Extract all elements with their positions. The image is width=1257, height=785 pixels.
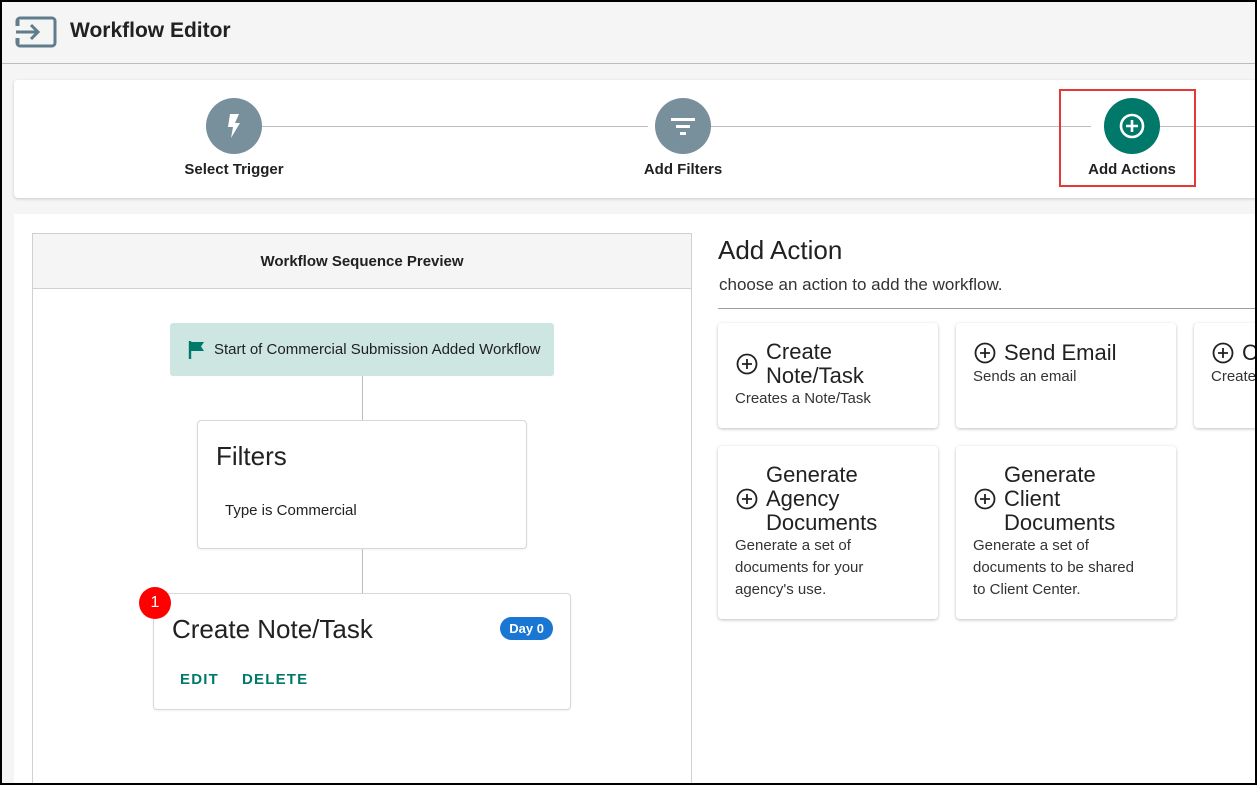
option-description: Generate a set of documents for your age… [735, 535, 863, 601]
divider [718, 308, 1255, 309]
option-header: C [1212, 340, 1257, 365]
sequence-connector [362, 549, 363, 593]
workflow-stepper: Select Trigger Add Filters Add Actions [14, 80, 1255, 198]
option-description-line: documents to be shared [973, 559, 1134, 576]
sequence-connector [362, 376, 363, 420]
main-panel: Workflow Sequence Preview Start of Comme… [14, 214, 1257, 783]
option-description: Sends an email [973, 368, 1077, 385]
option-description: Generate a set of documents to be shared… [973, 535, 1134, 601]
add-circle-icon [1212, 342, 1234, 364]
add-circle-icon [736, 353, 758, 375]
add-circle-icon [736, 488, 758, 510]
option-title: Client [1004, 486, 1061, 511]
day-badge: Day 0 [500, 617, 553, 640]
workflow-sequence-preview: Workflow Sequence Preview Start of Comme… [32, 233, 692, 783]
add-action-title: Add Action [718, 235, 843, 265]
action-card-title: Create Note/Task [172, 614, 373, 644]
option-title: Send Email [1004, 340, 1117, 365]
option-title: Generate [766, 462, 858, 487]
option-header: Generate Agency Documents [736, 463, 877, 535]
exit-icon[interactable] [14, 14, 58, 50]
option-title: Documents [1004, 510, 1116, 535]
add-action-subtitle: choose an action to add the workflow. [719, 275, 1003, 294]
action-option-create-note-task[interactable]: Create Note/Task Creates a Note/Task [718, 323, 938, 428]
app-frame: Workflow Editor Select Trigger Add Filte… [0, 0, 1257, 785]
option-description-line: Generate a set of [735, 537, 851, 554]
add-circle-icon [974, 488, 996, 510]
filters-card: Filters Type is Commercial [197, 420, 527, 549]
filters-title: Filters [216, 441, 287, 471]
action-option-generate-agency-documents[interactable]: Generate Agency Documents Generate a set… [718, 446, 938, 619]
action-option-generate-client-documents[interactable]: Generate Client Documents Generate a set… [956, 446, 1176, 619]
option-description-line: to Client Center. [973, 581, 1081, 598]
step-circle [655, 98, 711, 154]
start-workflow-chip: Start of Commercial Submission Added Wor… [170, 323, 554, 376]
option-title: Generate [1004, 462, 1096, 487]
start-workflow-label: Start of Commercial Submission Added Wor… [214, 341, 541, 358]
edit-button[interactable]: EDIT [180, 671, 219, 688]
step-circle [206, 98, 262, 154]
action-option-send-email[interactable]: Send Email Sends an email [956, 323, 1176, 428]
option-title: Note/Task [766, 363, 864, 388]
option-description-line: documents for your [735, 559, 864, 576]
option-description: Creates a Note/Task [735, 390, 871, 407]
option-title: Documents [766, 510, 878, 535]
option-title: Create [766, 339, 833, 364]
filter-condition: Type is Commercial [225, 502, 357, 519]
option-title: C [1242, 340, 1257, 365]
option-header: Generate Client Documents [974, 463, 1115, 535]
action-card: Create Note/Task Day 0 EDIT DELETE [153, 593, 571, 710]
step-add-filters[interactable]: Add Filters [608, 98, 758, 178]
preview-title: Workflow Sequence Preview [33, 234, 691, 289]
lightning-icon [228, 114, 240, 138]
option-description-line: agency's use. [735, 581, 827, 598]
action-option-partial[interactable]: C Create [1194, 323, 1257, 428]
highlight-box [1059, 89, 1196, 187]
option-title: Agency [766, 486, 840, 511]
step-number-badge: 1 [139, 587, 171, 619]
option-description-line: Generate a set of [973, 537, 1089, 554]
page-title: Workflow Editor [70, 19, 231, 42]
filter-icon [671, 118, 695, 135]
delete-button[interactable]: DELETE [242, 671, 308, 688]
option-header: Create Note/Task [736, 340, 864, 388]
step-select-trigger[interactable]: Select Trigger [159, 98, 309, 178]
app-header: Workflow Editor [2, 2, 1255, 64]
option-header: Send Email [974, 341, 1117, 365]
step-label: Add Filters [643, 161, 723, 178]
flag-icon [188, 340, 204, 359]
step-label: Select Trigger [184, 161, 284, 178]
add-circle-icon [974, 342, 996, 364]
option-description: Create [1211, 368, 1257, 385]
